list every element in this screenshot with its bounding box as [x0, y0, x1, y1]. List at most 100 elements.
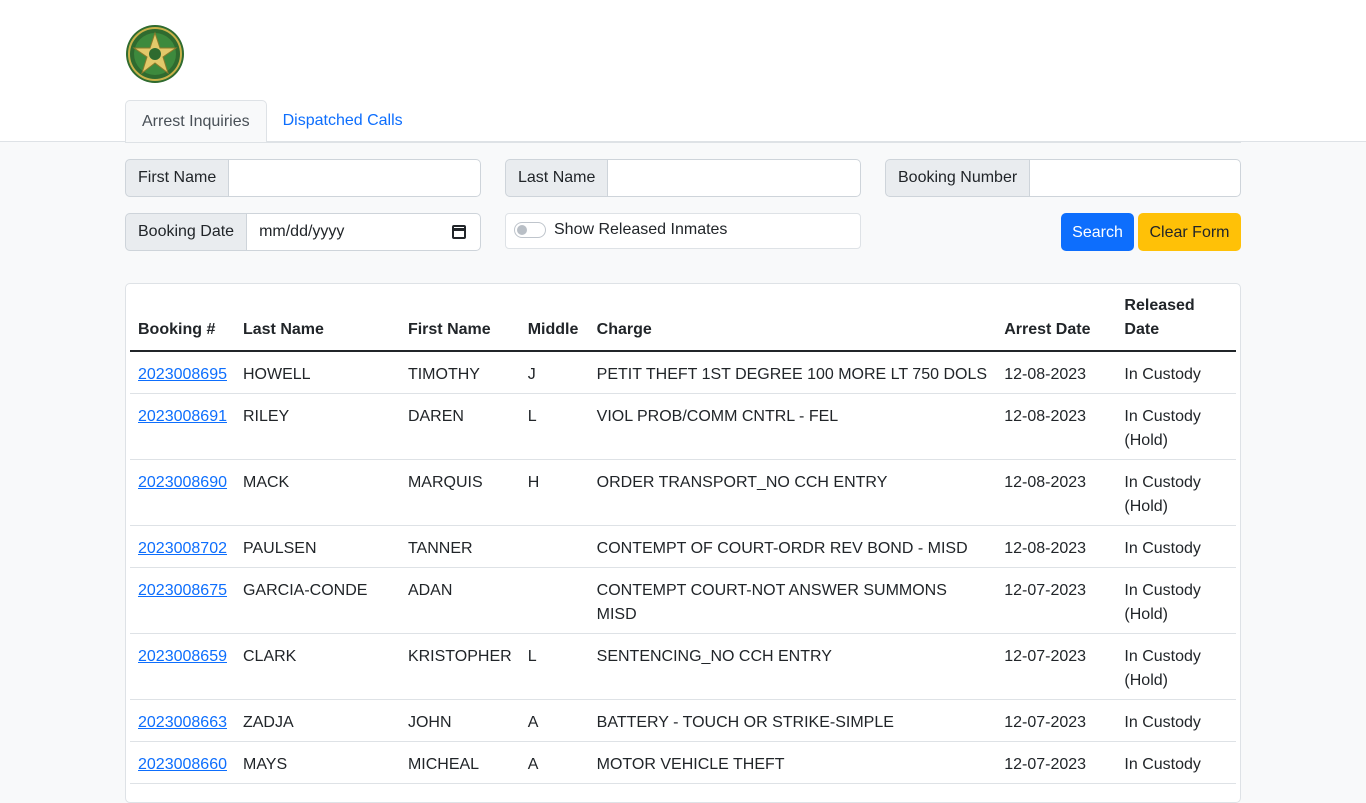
booking-number-cell: 2023008691	[130, 393, 235, 460]
charge-cell: SENTENCING_NO CCH ENTRY	[588, 633, 997, 700]
booking-number-input[interactable]	[1030, 159, 1241, 197]
arrest-date-cell: 12-07-2023	[996, 699, 1117, 742]
released-date-cell: In Custody	[1116, 699, 1236, 742]
released-date-cell: In Custody	[1116, 351, 1236, 394]
arrest-date-cell: 12-08-2023	[996, 393, 1117, 460]
first-name-cell: KRISTOPHER	[399, 633, 520, 700]
first-name-cell: TANNER	[399, 525, 520, 568]
table-row: 2023008663 ZADJA JOHN A BATTERY - TOUCH OR S…	[130, 699, 1236, 742]
charge-cell: BATTERY - TOUCH OR STRIKE-SIMPLE	[588, 699, 997, 742]
tab-arrest-inquiries[interactable]: Arrest Inquiries	[125, 100, 267, 143]
last-name-cell: HOWELL	[234, 351, 400, 394]
last-name-cell: ZADJA	[234, 699, 400, 742]
table-row: 2023008660 MAYS MICHEAL A MOTOR VEHICLE THEF…	[130, 741, 1236, 784]
last-name-cell: GARCIA-CONDE	[234, 567, 400, 634]
booking-date-input[interactable]: mm/dd/yyyy	[247, 213, 481, 251]
middle-cell	[519, 567, 589, 634]
charge-cell: PETIT THEFT 1ST DEGREE 100 MORE LT 750 D…	[588, 351, 997, 394]
column-header-first-name[interactable]: First Name	[399, 294, 520, 352]
last-name-cell: CLARK	[234, 633, 400, 700]
released-date-cell: In Custody	[1116, 741, 1236, 784]
show-released-switch[interactable]	[514, 222, 546, 238]
first-name-cell: ADAN	[399, 567, 520, 634]
table-row: 2023008695 HOWELL TIMOTHY J PETIT THEFT 1ST …	[130, 351, 1236, 394]
tab-dispatched-calls[interactable]: Dispatched Calls	[267, 100, 419, 143]
last-name-cell: RILEY	[234, 393, 400, 460]
table-row: 2023008690 MACK MARQUIS H ORDER TRANSPORT_NO…	[130, 459, 1236, 526]
booking-number-cell: 2023008663	[130, 699, 235, 742]
booking-number-link[interactable]: 2023008702	[138, 540, 227, 557]
first-name-cell: MARQUIS	[399, 459, 520, 526]
released-date-cell: In Custody (Hold)	[1116, 459, 1236, 526]
arrest-date-cell: 12-08-2023	[996, 351, 1117, 394]
middle-cell: L	[519, 633, 589, 700]
arrest-date-cell: 12-07-2023	[996, 741, 1117, 784]
booking-date-group: Booking Date mm/dd/yyyy	[125, 213, 481, 251]
last-name-label: Last Name	[505, 159, 609, 197]
first-name-cell: JOHN	[399, 699, 520, 742]
arrest-date-cell: 12-08-2023	[996, 459, 1117, 526]
column-header-released-date[interactable]: Released Date	[1116, 294, 1236, 352]
booking-number-cell: 2023008675	[130, 567, 235, 634]
charge-cell: MOTOR VEHICLE THEFT	[588, 741, 997, 784]
last-name-group: Last Name	[505, 159, 861, 197]
first-name-cell: TIMOTHY	[399, 351, 520, 394]
booking-number-link[interactable]: 2023008691	[138, 408, 227, 425]
first-name-cell: DAREN	[399, 393, 520, 460]
column-header-booking[interactable]: Booking #	[130, 294, 235, 352]
sheriff-badge-logo	[126, 25, 184, 83]
table-row: 2023008675 GARCIA-CONDE ADAN CONTEMPT COURT…	[130, 567, 1236, 634]
clear-form-button[interactable]: Clear Form	[1138, 213, 1241, 251]
booking-number-group: Booking Number	[885, 159, 1241, 197]
booking-number-cell: 2023008660	[130, 741, 235, 784]
column-header-arrest-date[interactable]: Arrest Date	[996, 294, 1117, 352]
booking-number-link[interactable]: 2023008659	[138, 648, 227, 665]
last-name-cell: MACK	[234, 459, 400, 526]
calendar-icon[interactable]	[452, 225, 466, 239]
charge-cell: ORDER TRANSPORT_NO CCH ENTRY	[588, 459, 997, 526]
booking-number-cell: 2023008695	[130, 351, 235, 394]
arrest-date-cell: 12-07-2023	[996, 633, 1117, 700]
show-released-toggle-group: Show Released Inmates	[505, 213, 861, 249]
booking-number-label: Booking Number	[885, 159, 1031, 197]
booking-number-link[interactable]: 2023008695	[138, 366, 227, 383]
header: Arrest Inquiries Dispatched Calls	[0, 0, 1366, 143]
tab-bar: Arrest Inquiries Dispatched Calls	[125, 100, 419, 143]
table-header-row: Booking # Last Name First Name Middle Ch…	[130, 294, 1236, 352]
released-date-cell: In Custody (Hold)	[1116, 393, 1236, 460]
first-name-cell: MICHEAL	[399, 741, 520, 784]
results-card: Booking # Last Name First Name Middle Ch…	[125, 283, 1241, 803]
first-name-input[interactable]	[229, 159, 481, 197]
middle-cell: J	[519, 351, 589, 394]
switch-knob	[517, 225, 527, 235]
charge-cell: VIOL PROB/COMM CNTRL - FEL	[588, 393, 997, 460]
column-header-last-name[interactable]: Last Name	[234, 294, 400, 352]
last-name-input[interactable]	[608, 159, 861, 197]
last-name-cell: MAYS	[234, 741, 400, 784]
booking-number-cell: 2023008702	[130, 525, 235, 568]
released-date-cell: In Custody (Hold)	[1116, 633, 1236, 700]
middle-cell: A	[519, 741, 589, 784]
released-date-cell: In Custody	[1116, 525, 1236, 568]
first-name-group: First Name	[125, 159, 481, 197]
booking-number-cell: 2023008690	[130, 459, 235, 526]
middle-cell: H	[519, 459, 589, 526]
arrest-date-cell: 12-07-2023	[996, 567, 1117, 634]
table-row: 2023008702 PAULSEN TANNER CONTEMPT OF COURT…	[130, 525, 1236, 568]
booking-number-cell: 2023008659	[130, 633, 235, 700]
search-button[interactable]: Search	[1061, 213, 1134, 251]
charge-cell: CONTEMPT OF COURT-ORDR REV BOND - MISD	[588, 525, 997, 568]
booking-number-link[interactable]: 2023008663	[138, 714, 227, 731]
table-row: 2023008691 RILEY DAREN L VIOL PROB/COMM CNTR…	[130, 393, 1236, 460]
first-name-label: First Name	[125, 159, 230, 197]
column-header-charge[interactable]: Charge	[588, 294, 997, 352]
booking-number-link[interactable]: 2023008690	[138, 474, 227, 491]
table-row: 2023008659 CLARK KRISTOPHER L SENTENCING_NO …	[130, 633, 1236, 700]
arrest-date-cell: 12-08-2023	[996, 525, 1117, 568]
booking-number-link[interactable]: 2023008675	[138, 582, 227, 599]
middle-cell: L	[519, 393, 589, 460]
middle-cell: A	[519, 699, 589, 742]
booking-date-label: Booking Date	[125, 213, 248, 251]
column-header-middle[interactable]: Middle	[519, 294, 589, 352]
booking-number-link[interactable]: 2023008660	[138, 756, 227, 773]
